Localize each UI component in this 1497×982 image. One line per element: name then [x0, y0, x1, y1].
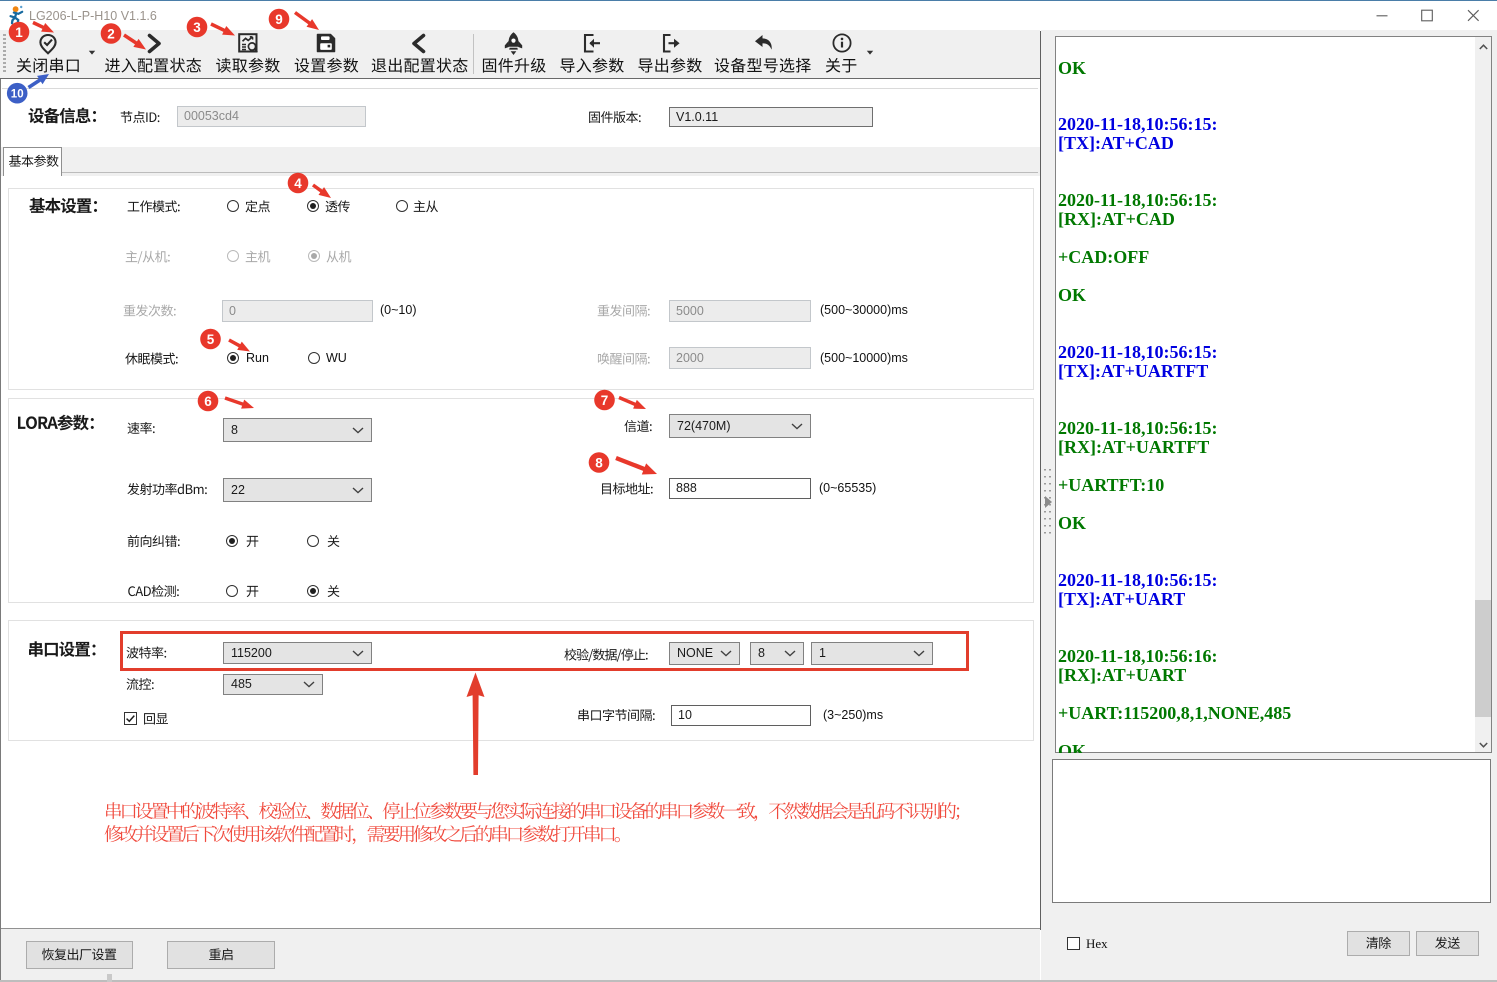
- svg-text:5: 5: [207, 332, 215, 347]
- svg-text:2: 2: [107, 26, 115, 41]
- svg-text:7: 7: [601, 393, 609, 408]
- svg-text:6: 6: [204, 394, 212, 409]
- svg-text:1: 1: [15, 25, 23, 40]
- svg-text:9: 9: [275, 12, 283, 27]
- svg-text:10: 10: [11, 88, 24, 100]
- svg-text:3: 3: [193, 20, 201, 35]
- svg-text:4: 4: [294, 176, 302, 191]
- svg-text:8: 8: [595, 455, 603, 470]
